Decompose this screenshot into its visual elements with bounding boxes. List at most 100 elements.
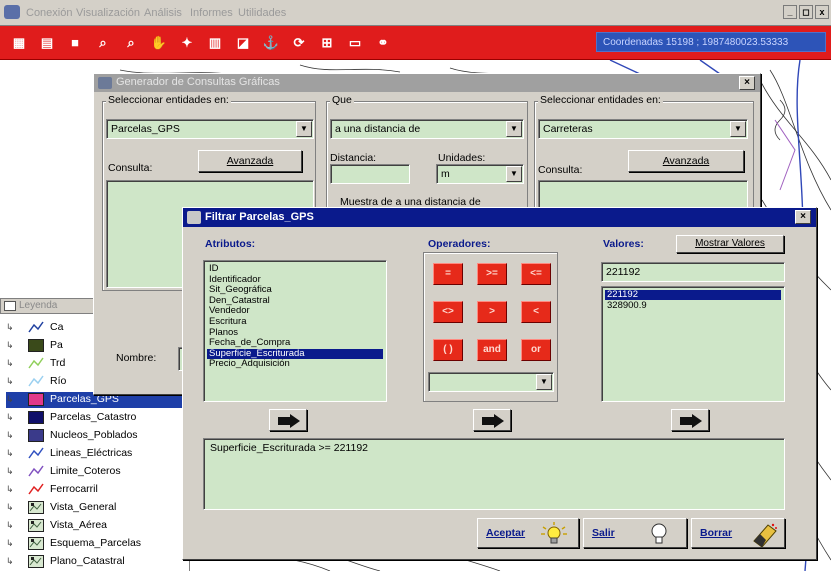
attribute-item[interactable]: Den_Catastral <box>207 295 383 306</box>
add-attribute-button[interactable] <box>269 409 307 431</box>
legend-item-label: Ferrocarril <box>50 483 98 495</box>
menu-informes[interactable]: Informes <box>190 7 233 19</box>
visibility-arrow-icon[interactable]: ↳ <box>6 394 16 406</box>
legend-item[interactable]: ↳ Nucleos_Poblados <box>6 428 190 444</box>
legend-item[interactable]: ↳ Limite_Coteros <box>6 464 190 480</box>
attributes-listbox[interactable]: ID Identificador Sit_Geográfica Den_Catastr… <box>203 260 387 402</box>
attribute-item[interactable]: Vendedor <box>207 306 383 316</box>
chevron-down-icon[interactable]: ▼ <box>506 121 522 137</box>
target-layer-select[interactable]: Carreteras ▼ <box>538 119 748 139</box>
close-icon[interactable]: × <box>739 76 755 90</box>
close-app-button[interactable]: x <box>815 5 829 19</box>
menu-conexion[interactable]: Conexión <box>26 7 72 19</box>
visibility-arrow-icon[interactable]: ↳ <box>6 340 16 352</box>
visibility-arrow-icon[interactable]: ↳ <box>6 412 16 424</box>
filter-dialog-titlebar[interactable]: Filtrar Parcelas_GPS × <box>183 208 816 227</box>
attribute-item[interactable]: Planos <box>207 327 383 338</box>
image-layer-icon <box>28 537 44 550</box>
visibility-arrow-icon[interactable]: ↳ <box>6 502 16 514</box>
fill-symbol-icon <box>28 393 44 406</box>
clear-button[interactable]: Borrar <box>691 518 785 548</box>
zoom-out-icon[interactable]: ⌕ <box>122 34 140 51</box>
stop-icon[interactable]: ■ <box>66 34 84 51</box>
relation-select[interactable]: a una distancia de ▼ <box>330 119 524 139</box>
menu-visualizacion[interactable]: Visualización <box>76 7 140 19</box>
legend-item[interactable]: ↳ Esquema_Parcelas <box>6 536 190 552</box>
restore-button[interactable]: ◻ <box>799 5 813 19</box>
attribute-item[interactable]: Escritura <box>207 317 383 327</box>
visibility-arrow-icon[interactable]: ↳ <box>6 448 16 460</box>
distance-input[interactable] <box>330 164 410 184</box>
zoom-in-icon[interactable]: ⌕ <box>94 34 112 51</box>
info-icon[interactable]: ◪ <box>234 34 252 51</box>
gte-operator-button[interactable]: >= <box>477 263 507 285</box>
target-advanced-button[interactable]: Avanzada <box>628 150 744 172</box>
value-item[interactable]: 328900.9 <box>605 300 781 311</box>
lightbulb-off-icon <box>651 523 667 544</box>
and-operator-button[interactable]: and <box>477 339 507 361</box>
visibility-arrow-icon[interactable]: ↳ <box>6 322 16 334</box>
source-advanced-button[interactable]: Avanzada <box>198 150 302 172</box>
legend-item[interactable]: ↳ Vista_Aérea <box>6 518 190 534</box>
legend-item[interactable]: ↳ Parcelas_Catastro <box>6 410 190 426</box>
table-icon[interactable]: ▥ <box>206 34 224 51</box>
filter-expression-field[interactable]: Superficie_Escriturada >= 221192 <box>203 438 785 510</box>
scale-icon[interactable]: ▭ <box>346 34 364 51</box>
operator-select[interactable]: ▼ <box>428 372 554 392</box>
legend-item[interactable]: ↳ Lineas_Eléctricas <box>6 446 190 462</box>
query-generator-titlebar[interactable]: Generador de Consultas Gráficas × <box>94 74 760 92</box>
legend-item[interactable]: ↳ Vista_General <box>6 500 190 516</box>
pan-icon[interactable]: ✋ <box>150 34 168 51</box>
exit-button[interactable]: Salir <box>583 518 687 548</box>
menu-utilidades[interactable]: Utilidades <box>238 7 286 19</box>
lt-operator-button[interactable]: < <box>521 301 551 323</box>
units-select[interactable]: m ▼ <box>436 164 524 184</box>
values-listbox[interactable]: 221192 328900.9 <box>601 286 785 402</box>
chevron-down-icon[interactable]: ▼ <box>536 374 552 390</box>
attribute-item[interactable]: Superficie_Escriturada <box>207 348 383 359</box>
attribute-item[interactable]: Fecha_de_Compra <box>207 338 383 348</box>
parentheses-operator-button[interactable]: ( ) <box>433 339 463 361</box>
attribute-item[interactable]: Precio_Adquisición <box>207 359 383 369</box>
legend-item[interactable]: ↳ Plano_Catastral <box>6 554 190 570</box>
not-equal-operator-button[interactable]: <> <box>433 301 463 323</box>
add-layer-icon[interactable]: ⊞ <box>318 34 336 51</box>
attribute-item[interactable]: ID <box>207 264 383 274</box>
value-item[interactable]: 221192 <box>605 290 781 300</box>
visibility-arrow-icon[interactable]: ↳ <box>6 376 16 388</box>
minimize-button[interactable]: _ <box>783 5 797 19</box>
or-operator-button[interactable]: or <box>521 339 551 361</box>
value-input[interactable]: 221192 <box>601 262 785 282</box>
legend-item[interactable]: ↳ Ferrocarril <box>6 482 190 498</box>
add-value-button[interactable] <box>671 409 709 431</box>
close-icon[interactable]: × <box>795 210 811 224</box>
visibility-arrow-icon[interactable]: ↳ <box>6 538 16 550</box>
measure-icon[interactable]: ⚓ <box>262 34 280 51</box>
show-values-button[interactable]: Mostrar Valores <box>676 235 784 253</box>
attribute-item[interactable]: Sit_Geográfica <box>207 285 383 295</box>
chevron-down-icon[interactable]: ▼ <box>730 121 746 137</box>
window-icon[interactable]: ▤ <box>38 34 56 51</box>
chevron-down-icon[interactable]: ▼ <box>296 121 312 137</box>
visibility-arrow-icon[interactable]: ↳ <box>6 430 16 442</box>
visibility-arrow-icon[interactable]: ↳ <box>6 520 16 532</box>
visibility-arrow-icon[interactable]: ↳ <box>6 556 16 568</box>
target-query-field[interactable] <box>538 180 748 210</box>
link-icon[interactable]: ⚭ <box>374 34 392 51</box>
gt-operator-button[interactable]: > <box>477 301 507 323</box>
lte-operator-button[interactable]: <= <box>521 263 551 285</box>
select-icon[interactable]: ✦ <box>178 34 196 51</box>
equals-operator-button[interactable]: = <box>433 263 463 285</box>
add-operator-button[interactable] <box>473 409 511 431</box>
visibility-arrow-icon[interactable]: ↳ <box>6 466 16 478</box>
visibility-arrow-icon[interactable]: ↳ <box>6 358 16 370</box>
attribute-item[interactable]: Identificador <box>207 274 383 285</box>
legend-icon <box>4 301 16 311</box>
menu-analisis[interactable]: Análisis <box>144 7 182 19</box>
refresh-icon[interactable]: ⟳ <box>290 34 308 51</box>
visibility-arrow-icon[interactable]: ↳ <box>6 484 16 496</box>
grid-icon[interactable]: ▦ <box>10 34 28 51</box>
accept-button[interactable]: Aceptar <box>477 518 579 548</box>
chevron-down-icon[interactable]: ▼ <box>506 166 522 182</box>
source-layer-select[interactable]: Parcelas_GPS ▼ <box>106 119 314 139</box>
